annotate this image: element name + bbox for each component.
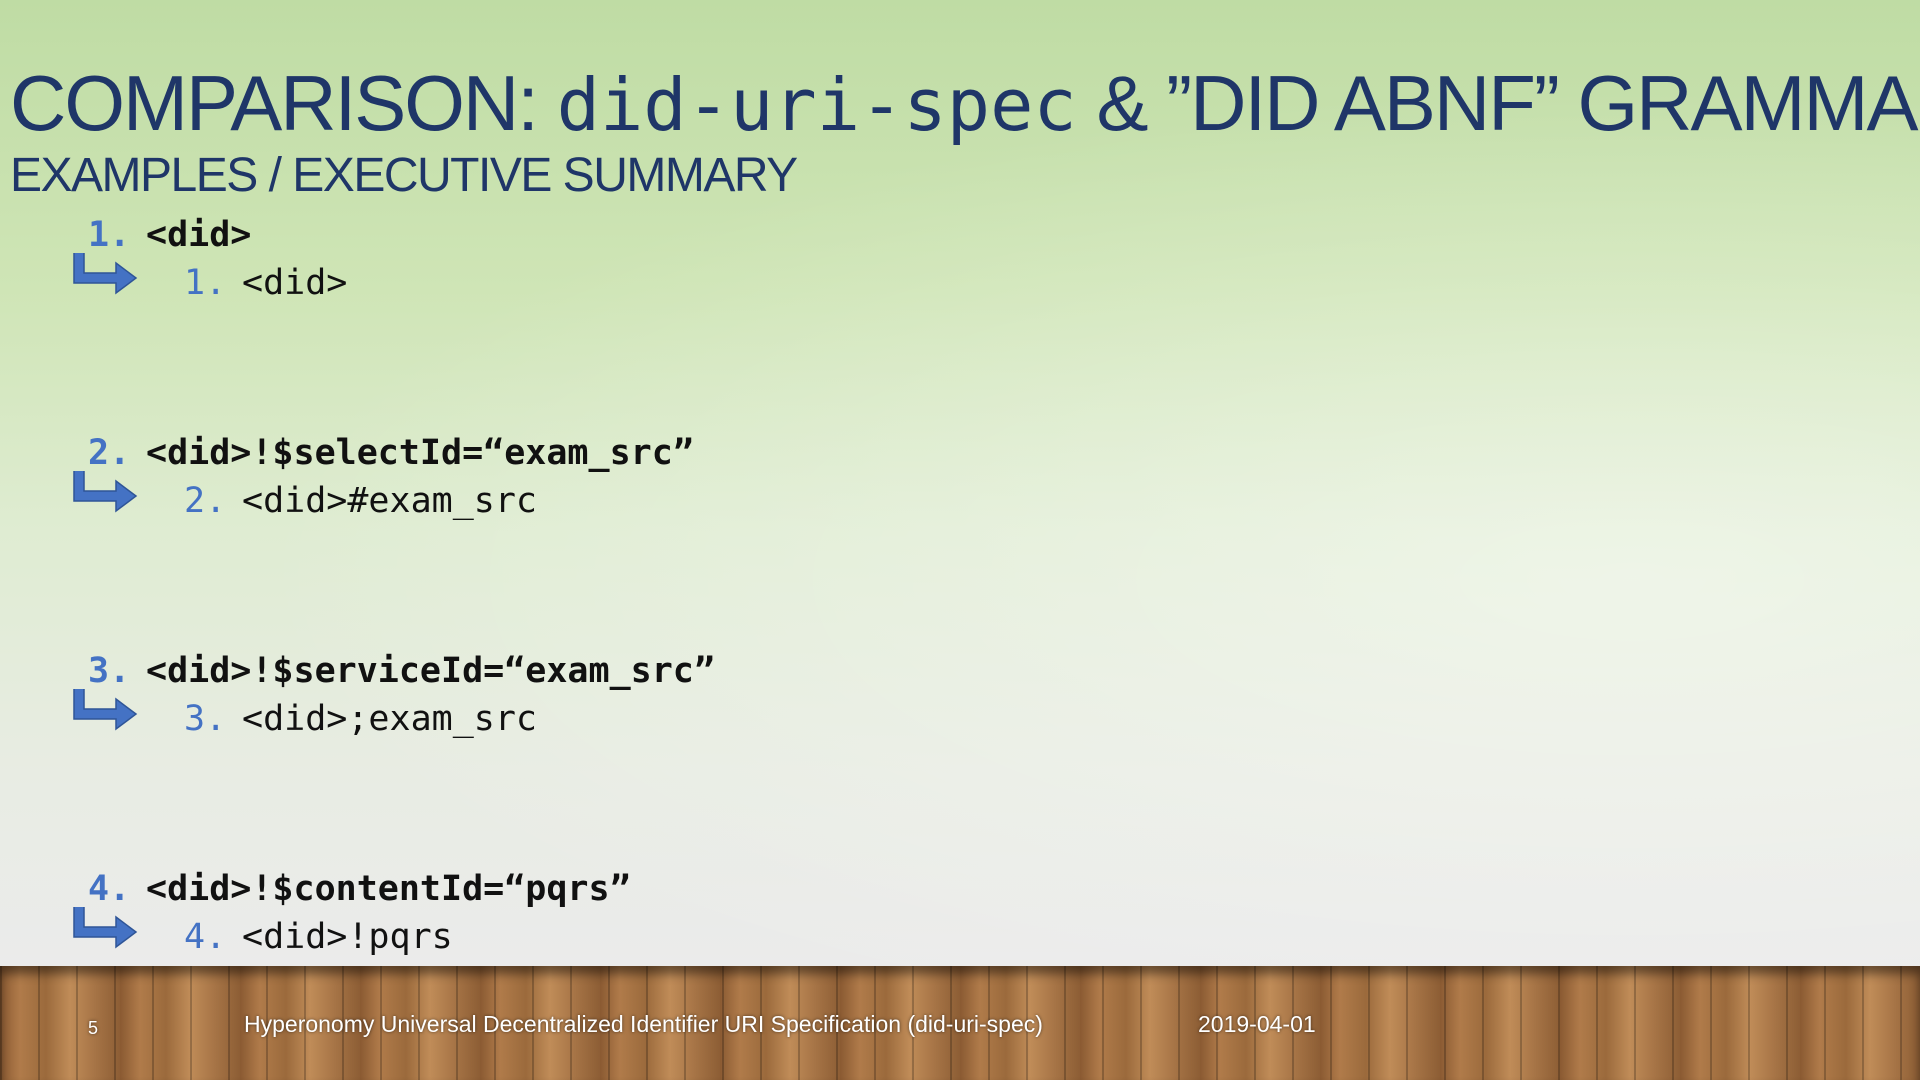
example-2-result-code: <did>#exam_src xyxy=(242,481,538,521)
example-4: 4. <did>!$contentId=“pqrs” 4. <did>!pqrs xyxy=(73,867,631,959)
example-3: 3. <did>!$serviceId=“exam_src” 3. <did>;ex… xyxy=(73,649,715,741)
example-2-number: 2. xyxy=(88,433,131,473)
slide-canvas: COMPARISON: did-uri-spec & ”DID ABNF” GR… xyxy=(0,0,1920,966)
example-1-number: 1. xyxy=(88,215,131,255)
example-3-result-code: <did>;exam_src xyxy=(242,699,538,739)
example-3-result: 3. <did>;exam_src xyxy=(73,689,715,741)
bent-arrow-right-icon xyxy=(73,907,138,949)
example-4-main: 4. <did>!$contentId=“pqrs” xyxy=(88,867,631,911)
bent-arrow-right-icon xyxy=(73,253,138,295)
example-4-result: 4. <did>!pqrs xyxy=(73,907,631,959)
example-1-code: <did> xyxy=(146,215,252,255)
example-4-number: 4. xyxy=(88,869,131,909)
example-1: 1. <did> 1. <did> xyxy=(73,213,348,305)
example-3-main: 3. <did>!$serviceId=“exam_src” xyxy=(88,649,715,693)
example-3-code: <did>!$serviceId=“exam_src” xyxy=(146,651,715,691)
example-1-result-code: <did> xyxy=(242,263,348,303)
example-2-main: 2. <did>!$selectId=“exam_src” xyxy=(88,431,694,475)
example-1-result: 1. <did> xyxy=(73,253,348,305)
slide-footer-date: 2019-04-01 xyxy=(1198,1011,1316,1037)
example-3-number: 3. xyxy=(88,651,131,691)
example-1-result-number: 1. xyxy=(184,263,227,303)
example-4-result-number: 4. xyxy=(184,917,227,957)
slide-footer-text: Hyperonomy Universal Decentralized Ident… xyxy=(244,1011,1043,1037)
example-2-result: 2. <did>#exam_src xyxy=(73,471,694,523)
example-4-result-code: <did>!pqrs xyxy=(242,917,453,957)
slide-page-number: 5 xyxy=(88,1018,99,1038)
bent-arrow-right-icon xyxy=(73,689,138,731)
example-2: 2. <did>!$selectId=“exam_src” 2. <did>#exa… xyxy=(73,431,694,523)
example-2-code: <did>!$selectId=“exam_src” xyxy=(146,433,694,473)
example-4-code: <did>!$contentId=“pqrs” xyxy=(146,869,631,909)
example-1-main: 1. <did> xyxy=(88,213,347,257)
bent-arrow-right-icon xyxy=(73,471,138,513)
examples-list: 1. <did> 1. <did> 2. <did>!$selectId=“exam_… xyxy=(0,0,1920,966)
example-2-result-number: 2. xyxy=(184,481,227,521)
example-3-result-number: 3. xyxy=(184,699,227,739)
